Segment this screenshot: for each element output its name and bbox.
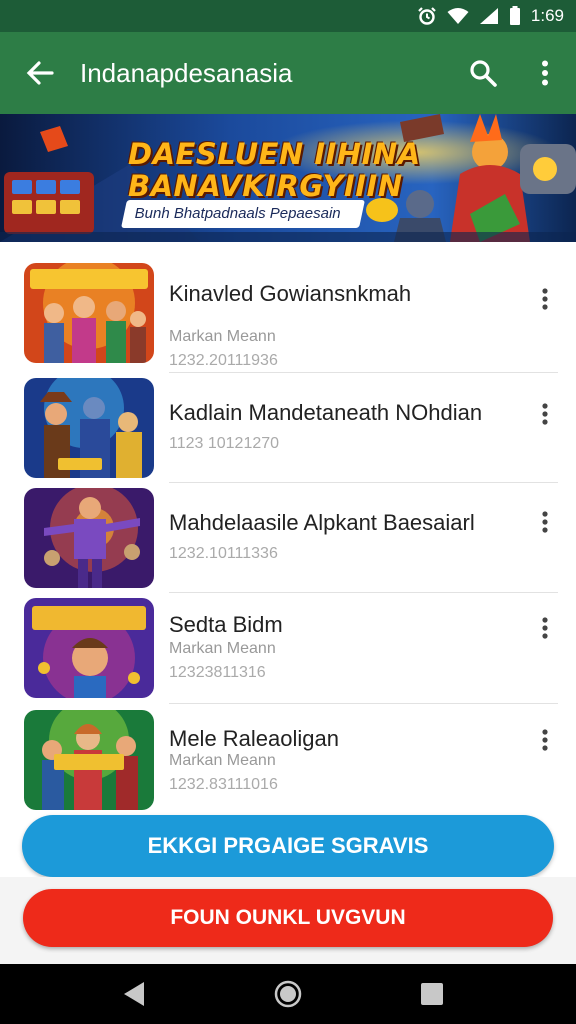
- item-menu-button[interactable]: [528, 279, 562, 319]
- divider: [169, 592, 558, 593]
- signal-icon: [479, 8, 498, 24]
- item-subtitle: Markan Meann: [169, 640, 276, 657]
- game-thumbnail: [24, 598, 154, 698]
- game-thumbnail: [24, 378, 154, 478]
- item-title: Mele Raleaoligan: [169, 726, 339, 751]
- back-arrow-icon: [26, 61, 54, 85]
- banner-headline-line2: BANAVKIRGYIIIN: [128, 169, 403, 203]
- nav-back-button[interactable]: [114, 974, 154, 1014]
- alarm-icon: [418, 7, 436, 25]
- nav-home-button[interactable]: [268, 974, 308, 1014]
- back-button[interactable]: [0, 32, 80, 114]
- banner-tagline-box: Bunh Bhatpadnaals Pepaesain: [121, 200, 365, 228]
- search-button[interactable]: [452, 32, 514, 114]
- game-thumbnail: [24, 710, 154, 810]
- item-number: 1123 10121270: [169, 435, 280, 452]
- item-subtitle: Markan Meann: [169, 752, 276, 769]
- item-title: Mahdelaasile Alpkant Baesaiarl: [169, 510, 475, 535]
- item-number: 1232.20111936: [169, 352, 278, 369]
- more-vert-icon: [542, 511, 548, 533]
- search-icon: [470, 60, 497, 87]
- item-number: 1232.83111016: [169, 776, 278, 793]
- item-number: 12323811316: [169, 664, 266, 681]
- nav-recents-button[interactable]: [412, 974, 452, 1014]
- status-time: 1:69: [530, 6, 564, 25]
- battery-icon: [509, 6, 520, 25]
- divider: [169, 482, 558, 483]
- more-vert-icon: [542, 60, 548, 86]
- banner-headline-line1: DAESLUEN IIHINA: [128, 137, 421, 171]
- item-subtitle: Markan Meann: [169, 328, 276, 345]
- divider: [169, 372, 558, 373]
- home-nav-icon: [274, 980, 302, 1008]
- game-thumbnail: [24, 488, 154, 588]
- more-vert-icon: [542, 729, 548, 751]
- game-list: Kinavled Gowiansnkmah Markan Meann 1232.…: [0, 242, 576, 882]
- item-menu-button[interactable]: [528, 502, 562, 542]
- back-nav-icon: [124, 982, 144, 1006]
- game-thumbnail: [24, 263, 154, 363]
- recents-nav-icon: [421, 983, 443, 1005]
- item-title: Kadlain Mandetaneath NOhdian: [169, 400, 483, 425]
- app-bar: Indanapdesanasia: [0, 32, 576, 114]
- overflow-menu-button[interactable]: [514, 32, 576, 114]
- more-vert-icon: [542, 617, 548, 639]
- banner-headline: DAESLUEN IIHINA BANAVKIRGYIIIN: [128, 138, 421, 202]
- list-item[interactable]: Sedta Bidm Markan Meann 12323811316: [0, 598, 576, 708]
- primary-action-button[interactable]: EKKGI PRGAIGE SGRAVIS: [22, 815, 554, 877]
- list-item[interactable]: Kadlain Mandetaneath NOhdian 1123 101212…: [0, 378, 576, 488]
- promo-banner[interactable]: DAESLUEN IIHINA BANAVKIRGYIIIN Bunh Bhat…: [0, 114, 576, 242]
- system-nav-bar: [0, 964, 576, 1024]
- list-item[interactable]: Kinavled Gowiansnkmah Markan Meann 1232.…: [0, 263, 576, 373]
- more-vert-icon: [542, 403, 548, 425]
- page-title: Indanapdesanasia: [80, 57, 293, 88]
- more-vert-icon: [542, 288, 548, 310]
- divider: [169, 703, 558, 704]
- secondary-action-button[interactable]: FOUN OUNKL UVGVUN: [23, 889, 553, 947]
- banner-tagline: Bunh Bhatpadnaals Pepaesain: [134, 205, 341, 222]
- wifi-icon: [447, 8, 469, 24]
- item-menu-button[interactable]: [528, 720, 562, 760]
- list-item[interactable]: Mahdelaasile Alpkant Baesaiarl 1232.1011…: [0, 488, 576, 598]
- list-item[interactable]: Mele Raleaoligan Markan Meann 1232.83111…: [0, 710, 576, 820]
- item-number: 1232.10111336: [169, 545, 278, 562]
- item-title: Sedta Bidm: [169, 612, 283, 637]
- item-menu-button[interactable]: [528, 394, 562, 434]
- item-title: Kinavled Gowiansnkmah: [169, 281, 412, 306]
- status-bar: 1:69: [0, 0, 576, 32]
- item-menu-button[interactable]: [528, 608, 562, 648]
